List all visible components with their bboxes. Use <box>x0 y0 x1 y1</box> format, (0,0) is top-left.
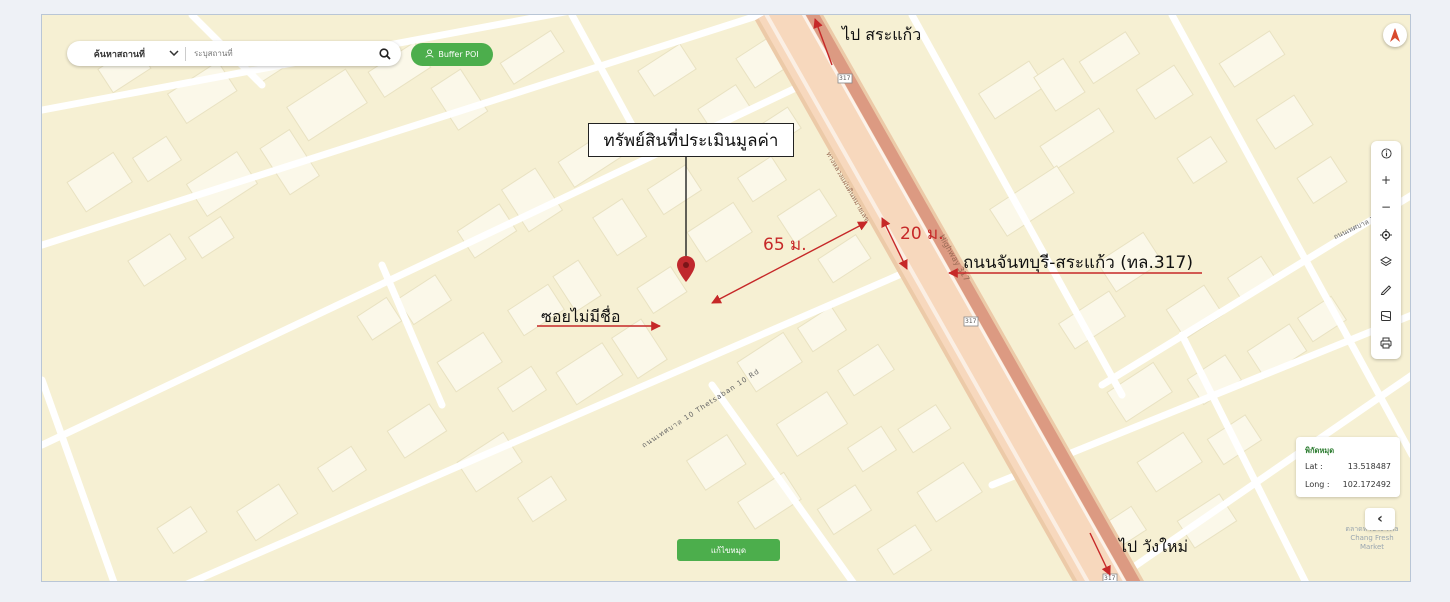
edit-marker-button[interactable]: แก้ไขหมุด <box>677 539 780 561</box>
road-width-label: 20 ม. <box>900 224 944 244</box>
buffer-poi-label: Buffer POI <box>438 50 479 59</box>
long-label: Long : <box>1305 480 1330 489</box>
to-sakaeo-label: ไป สระแก้ว <box>842 25 922 44</box>
map-style-icon[interactable] <box>1371 305 1401 327</box>
user-icon <box>425 49 434 60</box>
property-marker-icon[interactable] <box>677 256 695 282</box>
print-icon[interactable] <box>1371 332 1401 354</box>
locate-icon[interactable] <box>1371 224 1401 246</box>
lat-label: Lat : <box>1305 462 1323 471</box>
route-shield-label: 317 <box>839 75 851 82</box>
chevron-left-icon[interactable]: ‹ <box>1365 508 1395 530</box>
map-basemap <box>42 15 1410 581</box>
zoom-in-icon[interactable]: + <box>1371 169 1401 191</box>
lat-value: 13.518487 <box>1347 462 1391 471</box>
property-callout: ทรัพย์สินที่ประเมินมูลค่า <box>588 123 794 157</box>
route-shield-label: 317 <box>1104 575 1116 582</box>
distance-label: 65 ม. <box>763 235 807 255</box>
search-icon[interactable] <box>379 47 391 60</box>
buffer-poi-button[interactable]: Buffer POI <box>411 43 493 66</box>
map-canvas[interactable]: 317 317 317 ทางหลวงแผ่นดินหมายเลข Highwa… <box>41 14 1411 582</box>
main-road-label: ถนนจันทบุรี-สระแก้ว (ทล.317) <box>963 253 1193 273</box>
search-type-label: ค้นหาสถานที่ <box>93 49 145 60</box>
to-wangmai-label: ไป วังใหม่ <box>1119 537 1188 556</box>
coordinate-panel: พิกัดหมุด Lat : 13.518487 Long : 102.172… <box>1296 437 1400 497</box>
search-bar: ค้นหาสถานที่ <box>67 41 401 66</box>
map-toolbar: + − <box>1371 141 1401 359</box>
info-icon[interactable] <box>1371 142 1401 164</box>
layers-icon[interactable] <box>1371 251 1401 273</box>
route-shield-label: 317 <box>965 318 977 325</box>
measure-icon[interactable] <box>1371 278 1401 300</box>
zoom-out-icon[interactable]: − <box>1371 196 1401 218</box>
chevron-down-icon <box>169 49 179 59</box>
soi-label: ซอยไม่มีชื่อ <box>541 307 621 326</box>
north-arrow-icon[interactable] <box>1383 23 1407 47</box>
long-value: 102.172492 <box>1342 480 1391 489</box>
search-type-dropdown[interactable]: ค้นหาสถานที่ <box>67 46 186 61</box>
coordinate-title: พิกัดหมุด <box>1305 446 1335 455</box>
search-input[interactable] <box>192 48 346 59</box>
